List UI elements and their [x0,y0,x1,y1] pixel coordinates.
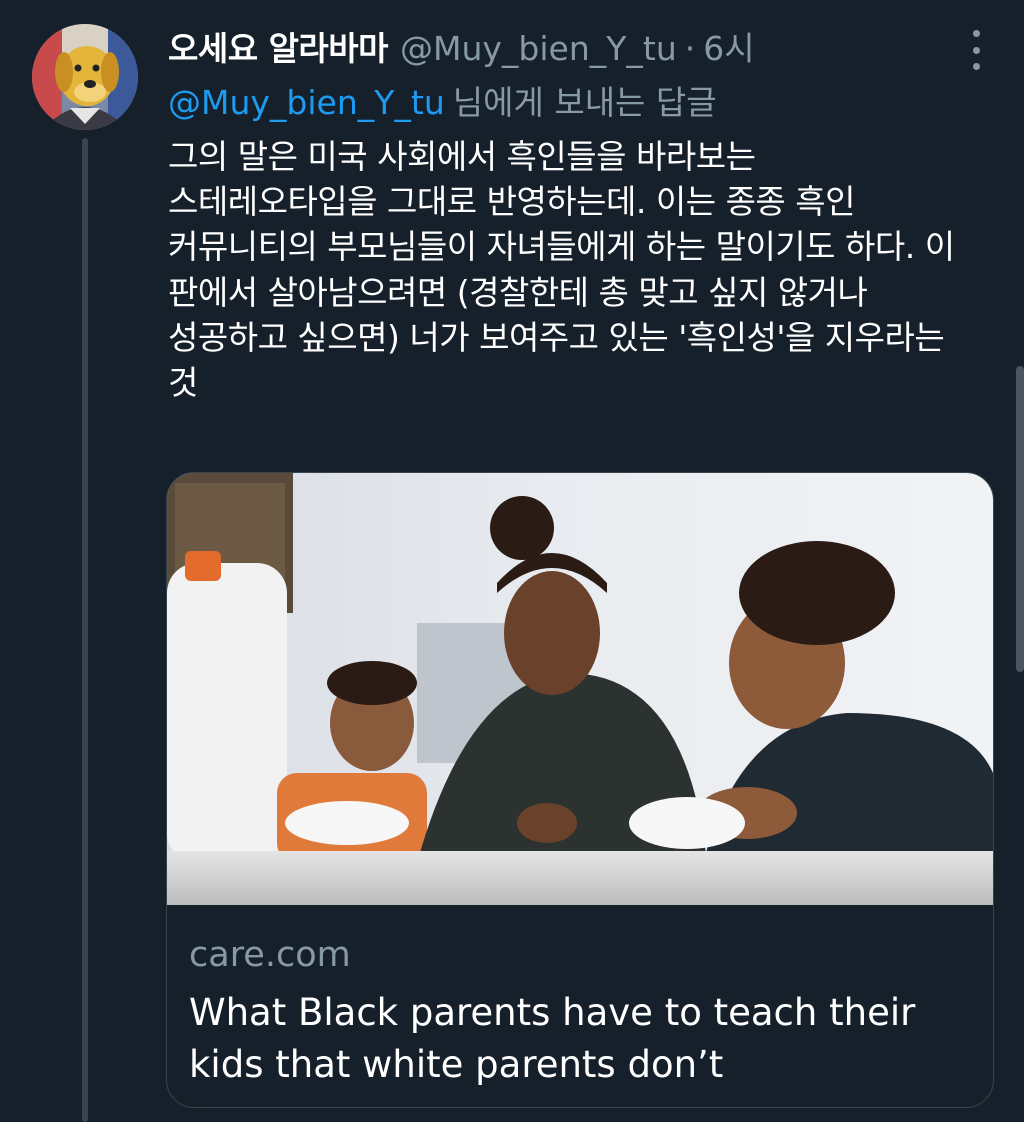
tweet-text-line: 것 [168,363,198,403]
tweet-text-line: 커뮤니티의 부모님들이 자녀들에게 하는 말이기도 하다. 이 [168,227,955,267]
more-options-icon-dot [972,46,980,54]
tweet-header: 오세요 알라바마 @Muy_bien_Y_tu · 6시 [168,22,954,68]
tweet-text: 그의 말은 미국 사회에서 흑인들을 바라보는 스테레오타입을 그대로 반영하는… [168,134,988,405]
display-name[interactable]: 오세요 알라바마 [168,22,389,70]
tweet-timestamp[interactable]: 6시 [703,22,754,70]
more-options-icon [972,30,980,37]
tweet-text-line: 성공하고 싶으면) 너가 보여주고 있는 '흑인성'을 지우라는 [168,317,945,357]
tweet-text-line: 스테레오타입을 그대로 반영하는데. 이는 종종 흑인 [168,182,856,222]
cartoon-dog-avatar-icon [32,24,138,130]
reply-to-handle-link[interactable]: @Muy_bien_Y_tu [168,83,445,122]
card-domain: care.com [189,935,351,975]
tweet-text-line: 판에서 살아남으려면 (경찰한테 총 맞고 싶지 않거나 [168,272,868,312]
separator-dot: · [684,29,696,68]
scrollbar[interactable] [1016,366,1024,672]
thread-line [82,138,88,1122]
replying-to: @Muy_bien_Y_tu 님에게 보내는 답글 [168,76,717,124]
card-title: What Black parents have to teach their k… [189,991,916,1086]
card-image [167,473,993,905]
avatar[interactable] [32,24,138,130]
tweet-page: 오세요 알라바마 @Muy_bien_Y_tu · 6시 @Muy_bien_Y… [0,0,1024,1122]
more-options-button[interactable] [964,30,988,70]
user-handle[interactable]: @Muy_bien_Y_tu [400,29,677,68]
tweet-text-line: 그의 말은 미국 사회에서 흑인들을 바라보는 [168,137,756,176]
more-options-icon-dot [972,63,980,70]
link-preview-card[interactable]: care.com What Black parents have to teac… [166,472,994,1108]
reply-to-label: 님에게 보내는 답글 [452,83,717,122]
